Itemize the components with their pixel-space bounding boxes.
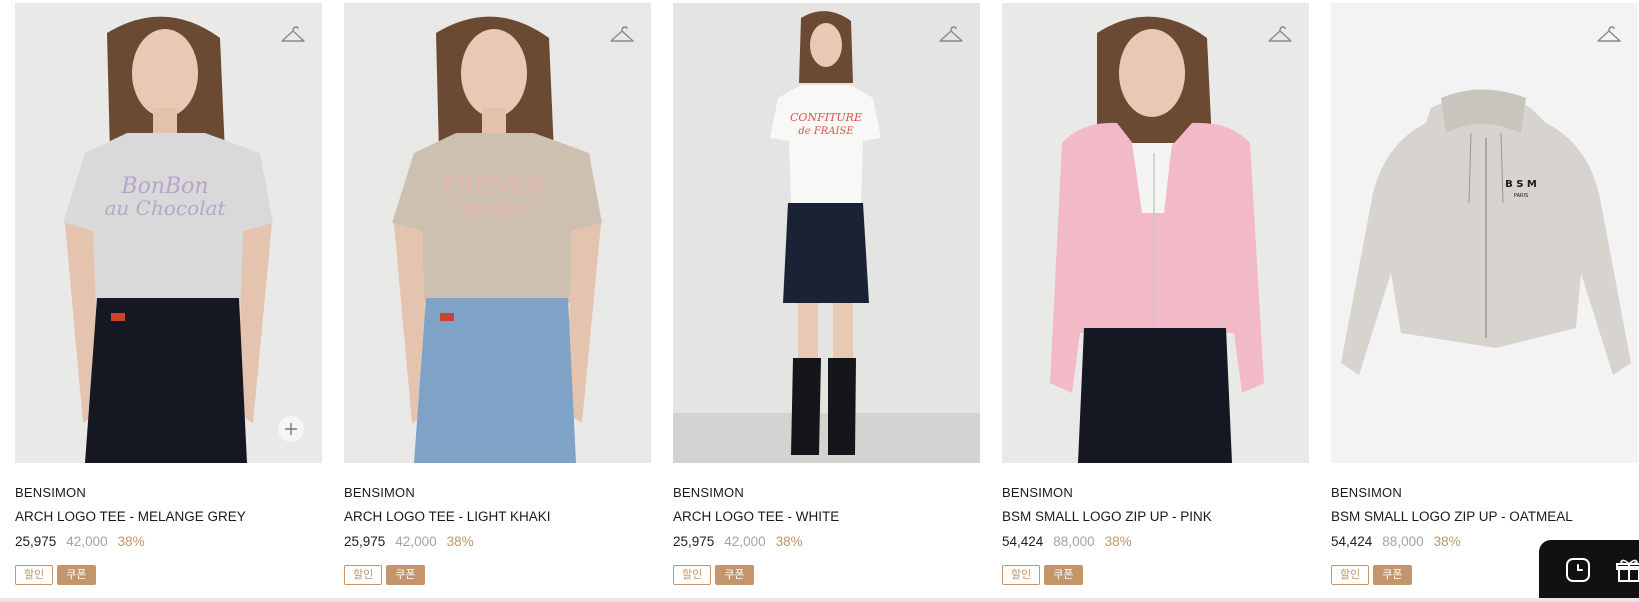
product-image[interactable] — [1002, 3, 1309, 463]
shirt-print: au Chocolat — [105, 196, 227, 220]
hanger-icon[interactable] — [1267, 23, 1293, 45]
sale-badge: 할인 — [1002, 565, 1041, 585]
sale-price: 25,975 — [344, 534, 386, 549]
product-name[interactable]: ARCH LOGO TEE - LIGHT KHAKI — [344, 509, 651, 524]
product-image[interactable]: BonBon au Chocolat — [15, 3, 322, 463]
shirt-print: FRENCH — [441, 174, 546, 199]
model-photo-khaki-tee: FRENCH TOAST — [344, 3, 651, 463]
hoodie-logo: PARIS — [1514, 193, 1528, 199]
product-name[interactable]: BSM SMALL LOGO ZIP UP - PINK — [1002, 509, 1309, 524]
sale-price: 25,975 — [15, 534, 57, 549]
plus-icon[interactable] — [278, 416, 304, 442]
product-prices: 25,975 42,000 38% — [15, 534, 322, 549]
product-grid: BonBon au Chocolat BENSIMON ARCH LOGO TE… — [0, 0, 1639, 602]
sale-badge: 할인 — [1331, 565, 1370, 585]
product-prices: 25,975 42,000 38% — [673, 534, 980, 549]
product-card[interactable]: FRENCH TOAST BENSIMON ARCH LOGO TEE - LI… — [344, 3, 651, 585]
product-brand[interactable]: BENSIMON — [344, 485, 651, 500]
sale-badge: 할인 — [15, 565, 54, 585]
hanger-icon[interactable] — [280, 23, 306, 45]
shirt-print: CONFITURE — [790, 111, 862, 124]
product-prices: 54,424 88,000 38% — [1002, 534, 1309, 549]
product-name[interactable]: BSM SMALL LOGO ZIP UP - OATMEAL — [1331, 509, 1638, 524]
product-card[interactable]: B S M PARIS BENSIMON BSM SMALL LOGO ZIP … — [1331, 3, 1638, 585]
original-price: 88,000 — [1382, 534, 1424, 549]
badge-group: 할인 쿠폰 — [15, 565, 322, 585]
sale-price: 25,975 — [673, 534, 715, 549]
hoodie-logo: B S M — [1505, 179, 1537, 190]
badge-group: 할인 쿠폰 — [344, 565, 651, 585]
original-price: 42,000 — [66, 534, 108, 549]
page-divider — [0, 598, 1639, 602]
product-image[interactable]: B S M PARIS — [1331, 3, 1638, 463]
coupon-badge: 쿠폰 — [386, 565, 425, 585]
product-brand[interactable]: BENSIMON — [1002, 485, 1309, 500]
product-brand[interactable]: BENSIMON — [673, 485, 980, 500]
product-image[interactable]: CONFITURE de FRAISE — [673, 3, 980, 463]
discount-rate: 38% — [1104, 534, 1132, 549]
discount-rate: 38% — [117, 534, 145, 549]
clock-icon[interactable] — [1564, 556, 1592, 584]
product-brand[interactable]: BENSIMON — [1331, 485, 1638, 500]
product-photo-oatmeal-hoodie: B S M PARIS — [1331, 3, 1638, 463]
floating-quick-menu — [1539, 540, 1639, 602]
model-photo-white-tee: CONFITURE de FRAISE — [673, 3, 980, 463]
original-price: 88,000 — [1053, 534, 1095, 549]
product-card[interactable]: BENSIMON BSM SMALL LOGO ZIP UP - PINK 54… — [1002, 3, 1309, 585]
hanger-icon[interactable] — [938, 23, 964, 45]
coupon-badge: 쿠폰 — [57, 565, 96, 585]
badge-group: 할인 쿠폰 — [673, 565, 980, 585]
original-price: 42,000 — [724, 534, 766, 549]
model-photo-grey-tee: BonBon au Chocolat — [15, 3, 322, 463]
gift-icon[interactable] — [1615, 556, 1639, 584]
product-brand[interactable]: BENSIMON — [15, 485, 322, 500]
coupon-badge: 쿠폰 — [1373, 565, 1412, 585]
sale-badge: 할인 — [673, 565, 712, 585]
badge-group: 할인 쿠폰 — [1002, 565, 1309, 585]
product-card[interactable]: CONFITURE de FRAISE BENSIMON ARCH LOGO T… — [673, 3, 980, 585]
model-photo-pink-hoodie — [1002, 3, 1309, 463]
product-prices: 25,975 42,000 38% — [344, 534, 651, 549]
coupon-badge: 쿠폰 — [715, 565, 754, 585]
original-price: 42,000 — [395, 534, 437, 549]
discount-rate: 38% — [775, 534, 803, 549]
product-name[interactable]: ARCH LOGO TEE - WHITE — [673, 509, 980, 524]
product-card[interactable]: BonBon au Chocolat BENSIMON ARCH LOGO TE… — [15, 3, 322, 585]
shirt-print: de FRAISE — [798, 126, 854, 137]
sale-price: 54,424 — [1331, 534, 1373, 549]
product-image[interactable]: FRENCH TOAST — [344, 3, 651, 463]
discount-rate: 38% — [446, 534, 474, 549]
sale-badge: 할인 — [344, 565, 383, 585]
product-name[interactable]: ARCH LOGO TEE - MELANGE GREY — [15, 509, 322, 524]
sale-price: 54,424 — [1002, 534, 1044, 549]
coupon-badge: 쿠폰 — [1044, 565, 1083, 585]
hanger-icon[interactable] — [1596, 23, 1622, 45]
discount-rate: 38% — [1433, 534, 1461, 549]
hanger-icon[interactable] — [609, 23, 635, 45]
shirt-print: TOAST — [458, 198, 531, 222]
